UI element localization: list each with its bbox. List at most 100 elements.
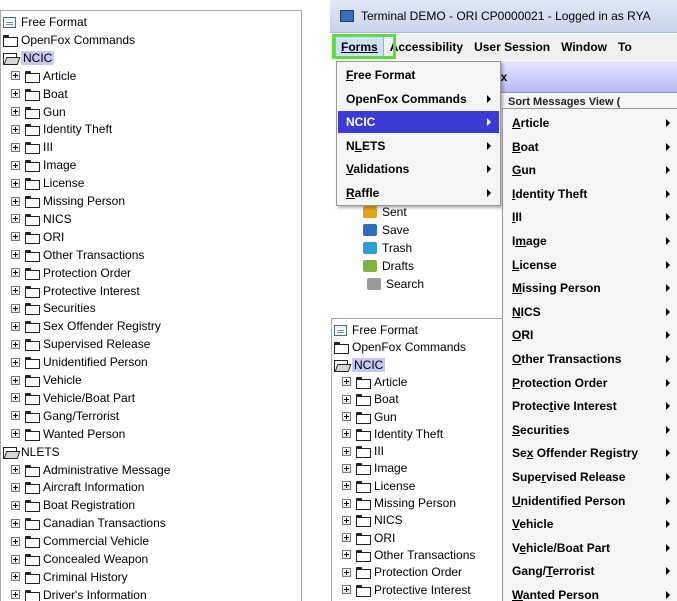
left-tree-item-criminal-history[interactable]: Criminal History — [11, 568, 128, 586]
expand-plus-icon[interactable] — [11, 411, 20, 421]
ncic-menu-item-protection-order[interactable]: Protection Order — [504, 371, 676, 395]
mid-tree-item-missing-person[interactable]: Missing Person — [342, 494, 456, 512]
left-tree-item-nics[interactable]: NICS — [11, 210, 72, 228]
expand-plus-icon[interactable] — [11, 124, 20, 134]
menu-tools[interactable]: To — [613, 37, 637, 57]
left-tree-item-nlets[interactable]: NLETS — [3, 443, 60, 461]
mid-tree-item-license[interactable]: License — [342, 477, 415, 495]
ncic-menu-item-protective-interest[interactable]: Protective Interest — [504, 394, 676, 418]
expand-plus-icon[interactable] — [11, 268, 20, 278]
mid-tree-item-ori[interactable]: ORI — [342, 529, 395, 547]
expand-plus-icon[interactable] — [11, 357, 20, 367]
expand-plus-icon[interactable] — [342, 515, 351, 525]
left-tree-item-other-transactions[interactable]: Other Transactions — [11, 246, 144, 264]
left-tree-item-canadian-transactions[interactable]: Canadian Transactions — [11, 514, 166, 532]
expand-plus-icon[interactable] — [11, 465, 20, 474]
left-tree-item-gun[interactable]: Gun — [11, 103, 66, 121]
left-tree-item-protection-order[interactable]: Protection Order — [11, 264, 131, 282]
expand-plus-icon[interactable] — [342, 394, 351, 404]
mid-tree-item-nics[interactable]: NICS — [342, 511, 403, 529]
ncic-menu-item-image[interactable]: Image — [504, 229, 676, 253]
ncic-menu-item-wanted-person[interactable]: Wanted Person — [504, 583, 676, 601]
forms-menu-item-ncic[interactable]: NCIC — [338, 111, 499, 133]
expand-plus-icon[interactable] — [11, 214, 20, 224]
forms-menu-item-nlets[interactable]: NLETS — [338, 135, 499, 157]
mid-tree-item-other-transactions[interactable]: Other Transactions — [342, 546, 475, 564]
expand-plus-icon[interactable] — [11, 536, 20, 546]
left-tree-item-article[interactable]: Article — [11, 67, 76, 85]
ncic-menu-item-sex-offender-registry[interactable]: Sex Offender Registry — [504, 441, 676, 465]
expand-plus-icon[interactable] — [11, 429, 20, 439]
mid-tree-item-gun[interactable]: Gun — [342, 408, 397, 426]
menu-user-session[interactable]: User Session — [469, 37, 555, 57]
expand-plus-icon[interactable] — [11, 482, 20, 492]
forms-menu-item-raffle[interactable]: Raffle — [338, 182, 499, 204]
expand-plus-icon[interactable] — [11, 590, 20, 600]
expand-plus-icon[interactable] — [342, 463, 351, 473]
left-tree-item-concealed-weapon[interactable]: Concealed Weapon — [11, 550, 148, 568]
left-tree-item-identity-theft[interactable]: Identity Theft — [11, 120, 112, 138]
mid-tree-item-identity-theft[interactable]: Identity Theft — [342, 425, 443, 443]
mid-tree-item-openfox-commands[interactable]: OpenFox Commands — [334, 338, 466, 356]
mid-tree-item-ncic[interactable]: NCIC — [334, 356, 386, 374]
left-tree-item-unidentified-person[interactable]: Unidentified Person — [11, 353, 148, 371]
ncic-menu-item-license[interactable]: License — [504, 253, 676, 277]
ncic-menu-item-article[interactable]: Article — [504, 111, 676, 135]
mid-tree-item-free-format[interactable]: Free Format — [334, 321, 418, 339]
mid-tree-item-boat[interactable]: Boat — [342, 390, 399, 408]
ncic-menu-item-vehicle-boat-part[interactable]: Vehicle/Boat Part — [504, 536, 676, 560]
ncic-menu-item-iii[interactable]: III — [504, 205, 676, 229]
expand-plus-icon[interactable] — [11, 321, 20, 331]
mid-tree-item-article[interactable]: Article — [342, 373, 407, 391]
forms-menu-item-validations[interactable]: Validations — [338, 158, 499, 180]
mid-tree-item-protection-order[interactable]: Protection Order — [342, 563, 462, 581]
expand-plus-icon[interactable] — [11, 142, 20, 152]
left-tree-item-boat-registration[interactable]: Boat Registration — [11, 496, 135, 514]
mid-tree-item-image[interactable]: Image — [342, 459, 407, 477]
ncic-menu-item-vehicle[interactable]: Vehicle — [504, 512, 676, 536]
expand-plus-icon[interactable] — [11, 572, 20, 582]
expand-plus-icon[interactable] — [11, 500, 20, 510]
left-tree-item-gang-terrorist[interactable]: Gang/Terrorist — [11, 407, 119, 425]
expand-plus-icon[interactable] — [342, 412, 351, 421]
left-tree-item-supervised-release[interactable]: Supervised Release — [11, 335, 150, 353]
left-tree-item-boat[interactable]: Boat — [11, 85, 68, 103]
left-tree-item-commercial-vehicle[interactable]: Commercial Vehicle — [11, 532, 149, 550]
mail-folder-trash[interactable]: Trash — [363, 239, 412, 256]
expand-plus-icon[interactable] — [11, 339, 20, 349]
left-tree-item-vehicle-boat-part[interactable]: Vehicle/Boat Part — [11, 389, 135, 407]
expand-plus-icon[interactable] — [11, 232, 20, 242]
expand-plus-icon[interactable] — [11, 518, 20, 528]
left-tree-item-driver-s-information[interactable]: Driver's Information — [11, 586, 147, 601]
ncic-menu-item-identity-theft[interactable]: Identity Theft — [504, 182, 676, 206]
expand-plus-icon[interactable] — [11, 393, 20, 403]
expand-plus-icon[interactable] — [342, 429, 351, 439]
left-tree-item-sex-offender-registry[interactable]: Sex Offender Registry — [11, 317, 161, 335]
ncic-menu-item-securities[interactable]: Securities — [504, 418, 676, 442]
expand-plus-icon[interactable] — [11, 554, 20, 564]
left-tree-item-free-format[interactable]: Free Format — [3, 13, 87, 31]
ncic-menu-item-boat[interactable]: Boat — [504, 135, 676, 159]
expand-plus-icon[interactable] — [11, 196, 20, 206]
left-tree-item-missing-person[interactable]: Missing Person — [11, 192, 125, 210]
left-tree-item-wanted-person[interactable]: Wanted Person — [11, 425, 125, 443]
ncic-menu-item-unidentified-person[interactable]: Unidentified Person — [504, 489, 676, 513]
mid-tree-item-protective-interest[interactable]: Protective Interest — [342, 581, 471, 599]
expand-plus-icon[interactable] — [11, 89, 20, 99]
mail-folder-save[interactable]: Save — [363, 221, 409, 238]
ncic-menu-item-missing-person[interactable]: Missing Person — [504, 276, 676, 300]
ncic-menu-item-gun[interactable]: Gun — [504, 158, 676, 182]
expand-plus-icon[interactable] — [11, 71, 20, 81]
ncic-menu-item-supervised-release[interactable]: Supervised Release — [504, 465, 676, 489]
mail-folder-drafts[interactable]: Drafts — [363, 257, 414, 274]
expand-plus-icon[interactable] — [11, 178, 20, 188]
expand-plus-icon[interactable] — [342, 498, 351, 508]
left-tree-item-image[interactable]: Image — [11, 156, 76, 174]
left-tree-item-protective-interest[interactable]: Protective Interest — [11, 282, 140, 300]
expand-plus-icon[interactable] — [342, 567, 351, 577]
left-tree-item-administrative-message[interactable]: Administrative Message — [11, 461, 170, 479]
expand-plus-icon[interactable] — [11, 160, 20, 170]
left-tree-item-vehicle[interactable]: Vehicle — [11, 371, 82, 389]
expand-plus-icon[interactable] — [342, 446, 351, 456]
expand-plus-icon[interactable] — [11, 286, 20, 295]
